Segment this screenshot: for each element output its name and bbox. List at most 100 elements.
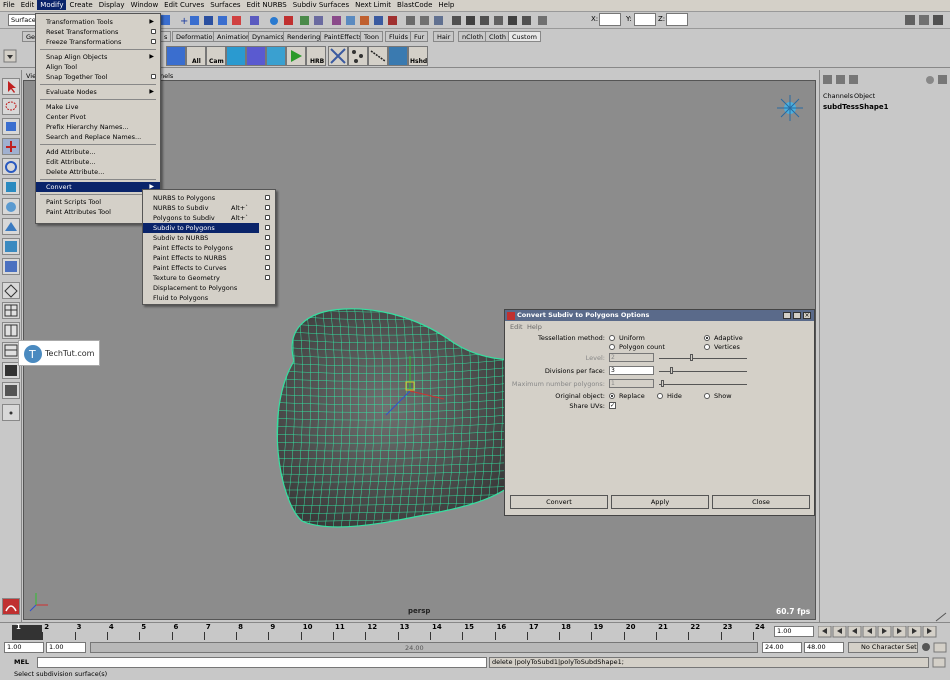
- show-radio[interactable]: [704, 393, 710, 399]
- shelf-tab-s[interactable]: s: [160, 31, 172, 42]
- start-time-field[interactable]: 1.00: [4, 642, 44, 653]
- layout-single-icon[interactable]: [2, 282, 20, 299]
- panel-menu-panels[interactable]: nels: [160, 72, 173, 80]
- time-slider[interactable]: 1 2 3 4 5 6 7 8 9 10 11 12 13 14 15 16 17 18 19 20 21 22 23 24 …: [0, 622, 950, 640]
- menu-display[interactable]: Display: [96, 0, 128, 10]
- shelf-tab-rendering[interactable]: Rendering: [283, 31, 325, 42]
- universal-tool-icon[interactable]: [2, 198, 20, 215]
- playback-start-field[interactable]: 1.00: [46, 642, 86, 653]
- scale-tool-icon[interactable]: [2, 178, 20, 195]
- menu-window[interactable]: Window: [128, 0, 162, 10]
- option-box-icon[interactable]: [151, 74, 156, 79]
- y-input[interactable]: [634, 13, 656, 26]
- modify-menu-item[interactable]: Center Pivot: [36, 112, 160, 122]
- close-button[interactable]: Close: [712, 495, 810, 509]
- show-manip-icon[interactable]: [2, 238, 20, 255]
- modify-menu-item[interactable]: Search and Replace Names...: [36, 132, 160, 142]
- shelf-hshd-icon[interactable]: Hshd: [408, 46, 428, 66]
- convert-menu-item[interactable]: Polygons to Subdiv Alt+`: [143, 213, 259, 223]
- modify-menu-item[interactable]: Edit Attribute...: [36, 157, 160, 167]
- maximize-icon[interactable]: [793, 312, 801, 319]
- script-editor-icon[interactable]: [932, 657, 946, 668]
- max-polygons-slider[interactable]: [659, 384, 747, 385]
- level-field[interactable]: 2: [609, 353, 654, 362]
- shelf-hrb-icon[interactable]: HRB: [306, 46, 326, 66]
- menu-subdiv-surfaces[interactable]: Subdiv Surfaces: [290, 0, 352, 10]
- option-box-icon[interactable]: [265, 215, 270, 220]
- object-tab[interactable]: Object: [854, 92, 875, 100]
- level-slider-handle[interactable]: [689, 354, 693, 361]
- shelf-scatter-icon[interactable]: [348, 46, 368, 66]
- menu-surfaces[interactable]: Surfaces: [207, 0, 243, 10]
- convert-menu-item[interactable]: Paint Effects to Curves: [143, 263, 259, 273]
- menu-create[interactable]: Create: [66, 0, 95, 10]
- uniform-radio[interactable]: [609, 335, 615, 341]
- minimize-icon[interactable]: [783, 312, 791, 319]
- shelf-tab-cloth[interactable]: Cloth: [485, 31, 510, 42]
- shelf-all-icon[interactable]: All: [186, 46, 206, 66]
- menu-edit-nurbs[interactable]: Edit NURBS: [244, 0, 290, 10]
- hide-radio[interactable]: [657, 393, 663, 399]
- modify-menu-item[interactable]: Align Tool: [36, 62, 160, 72]
- shelf-plane-icon[interactable]: [226, 46, 246, 66]
- shelf-play-icon[interactable]: [286, 46, 306, 66]
- rotate-tool-icon[interactable]: [2, 158, 20, 175]
- soft-mod-icon[interactable]: [2, 218, 20, 235]
- convert-menu-item[interactable]: Fluid to Polygons: [143, 293, 259, 303]
- option-box-icon[interactable]: [265, 225, 270, 230]
- shelf-dots-icon[interactable]: [368, 46, 388, 66]
- level-slider[interactable]: [659, 358, 747, 359]
- channel-object-name[interactable]: subdTessShape1: [823, 103, 888, 111]
- convert-menu-item[interactable]: NURBS to Polygons: [143, 193, 259, 203]
- convert-menu-item[interactable]: Subdiv to Polygons: [143, 223, 259, 233]
- lasso-tool-icon[interactable]: [2, 98, 20, 115]
- max-polygons-slider-handle[interactable]: [660, 380, 664, 387]
- max-polygons-field[interactable]: 1: [609, 379, 654, 388]
- convert-button[interactable]: Convert: [510, 495, 608, 509]
- divisions-slider-handle[interactable]: [670, 367, 674, 374]
- share-uvs-checkbox[interactable]: ✓: [609, 402, 616, 409]
- mel-label[interactable]: MEL: [14, 658, 29, 666]
- select-tool-icon[interactable]: [2, 78, 20, 95]
- modify-menu-item[interactable]: Delete Attribute...: [36, 167, 160, 177]
- menu-modify[interactable]: Modify: [37, 0, 67, 10]
- modify-menu-item[interactable]: Add Attribute...: [36, 147, 160, 157]
- shelf-tab-fur[interactable]: Fur: [410, 31, 429, 42]
- convert-menu-item[interactable]: Texture to Geometry: [143, 273, 259, 283]
- shelf-tab-hair[interactable]: Hair: [433, 31, 455, 42]
- shelf-tab-ncloth[interactable]: nCloth: [458, 31, 488, 42]
- menu-edit-curves[interactable]: Edit Curves: [161, 0, 207, 10]
- menu-next-limit[interactable]: Next Limit: [352, 0, 394, 10]
- modify-menu-item[interactable]: Snap Align Objects ▶: [36, 52, 160, 62]
- current-frame-field[interactable]: 1.00: [774, 626, 814, 637]
- range-bar[interactable]: 24.00: [90, 642, 758, 653]
- playback-controls[interactable]: [817, 625, 948, 638]
- menu-help[interactable]: Help: [435, 0, 457, 10]
- shelf-tab-toon[interactable]: Toon: [360, 31, 383, 42]
- option-box-icon[interactable]: [265, 275, 270, 280]
- shelf-cam-icon[interactable]: Cam: [206, 46, 226, 66]
- mode-selector[interactable]: Surfaces: [8, 14, 39, 26]
- adaptive-radio[interactable]: [704, 335, 710, 341]
- apply-button[interactable]: Apply: [611, 495, 709, 509]
- layout-icons[interactable]: [905, 14, 945, 26]
- menu-edit[interactable]: Edit: [18, 0, 38, 10]
- modify-menu-item[interactable]: Evaluate Nodes ▶: [36, 87, 160, 97]
- shelf-arrow-icon[interactable]: [388, 46, 408, 66]
- layout-outliner-icon[interactable]: [2, 382, 20, 399]
- option-box-icon[interactable]: [265, 235, 270, 240]
- polygon-count-radio[interactable]: [609, 344, 615, 350]
- modify-menu-item[interactable]: Reset Transformations: [36, 27, 160, 37]
- replace-radio[interactable]: [609, 393, 615, 399]
- menu-file[interactable]: File: [0, 0, 18, 10]
- option-box-icon[interactable]: [151, 39, 156, 44]
- shelf-tab-fluids[interactable]: Fluids: [385, 31, 412, 42]
- x-input[interactable]: [599, 13, 621, 26]
- option-box-icon[interactable]: [265, 205, 270, 210]
- modify-menu-item[interactable]: Transformation Tools ▶: [36, 17, 160, 27]
- layout-side-icon[interactable]: [2, 322, 20, 339]
- channels-tab[interactable]: Channels: [823, 92, 853, 100]
- shelf-cube-icon[interactable]: [166, 46, 186, 66]
- modify-menu-item[interactable]: Freeze Transformations: [36, 37, 160, 47]
- option-box-icon[interactable]: [265, 265, 270, 270]
